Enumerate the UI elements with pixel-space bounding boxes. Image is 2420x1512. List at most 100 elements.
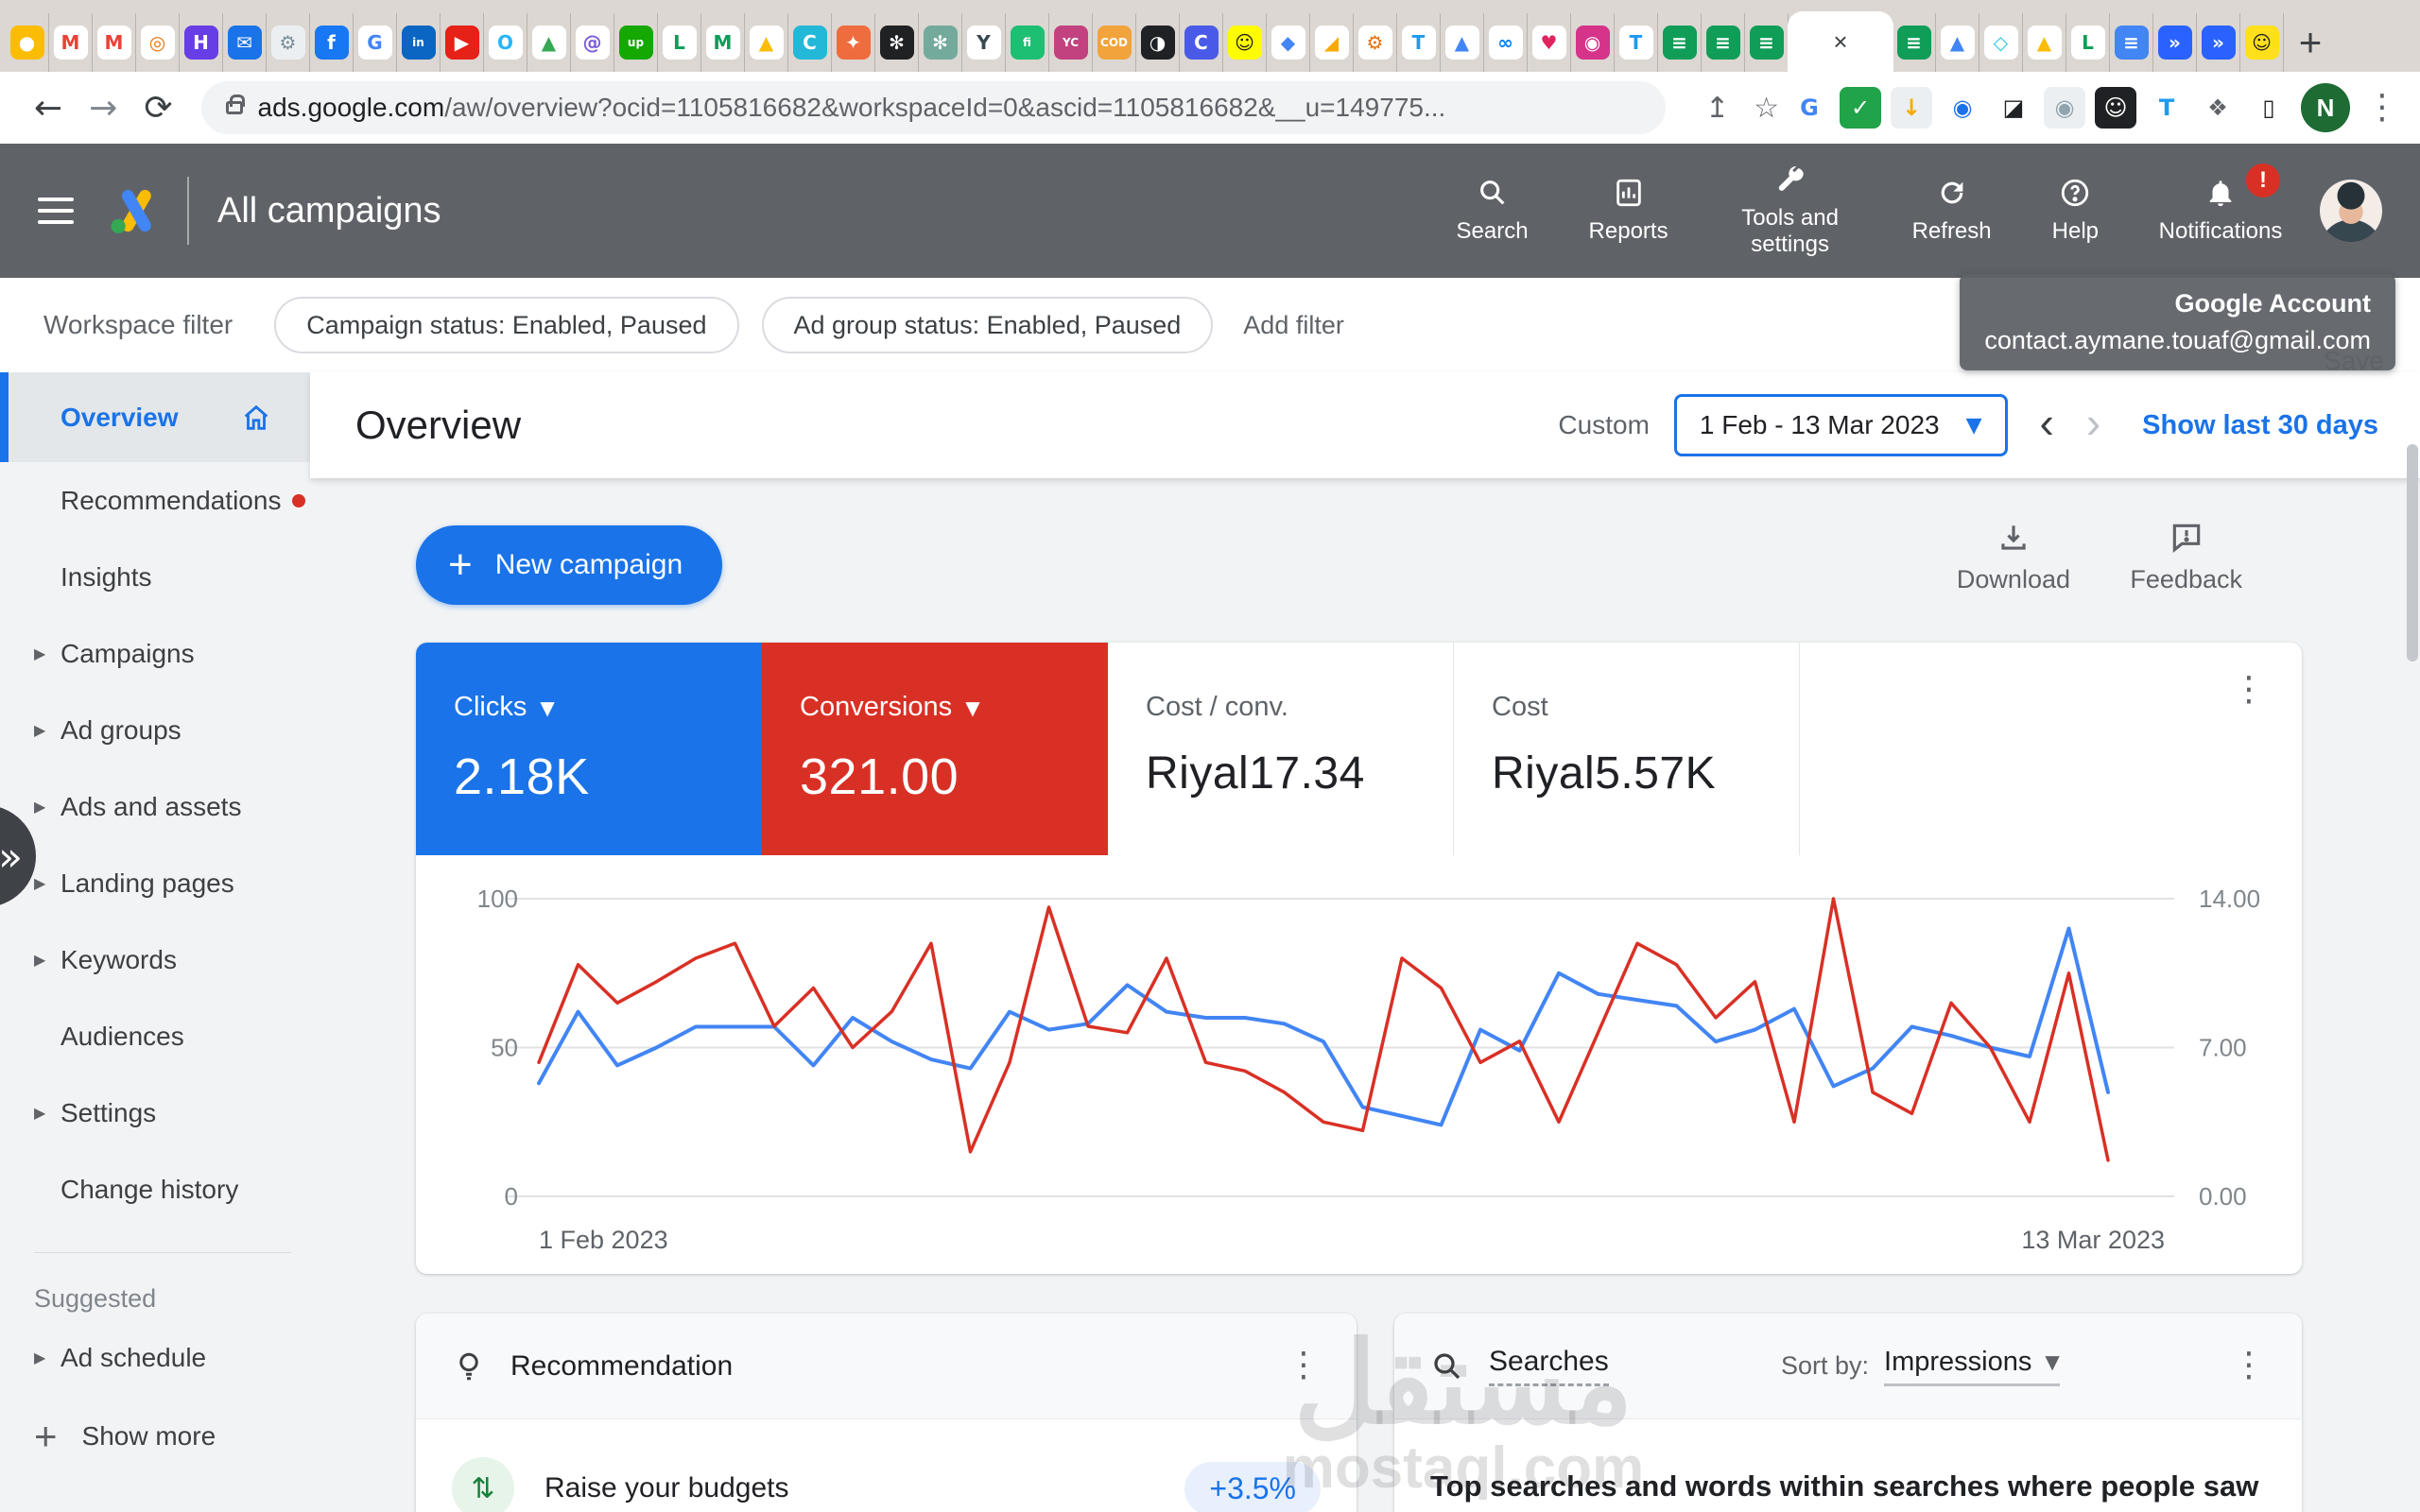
pinned-tab[interactable]: ≡	[1658, 13, 1702, 72]
expander-icon[interactable]: ▶	[34, 798, 45, 816]
pinned-tab[interactable]: ✻	[875, 13, 919, 72]
search-button[interactable]: Search	[1457, 177, 1529, 245]
reports-button[interactable]: Reports	[1589, 177, 1668, 245]
pinned-tab[interactable]: L	[2066, 13, 2110, 72]
chart-menu-icon[interactable]: ⋮	[2232, 677, 2266, 704]
sidebar-item-recommendations[interactable]: Recommendations	[0, 462, 310, 539]
expander-icon[interactable]: ▶	[34, 1104, 45, 1122]
help-button[interactable]: Help	[2052, 177, 2099, 245]
pinned-tab[interactable]: ⚙	[1354, 13, 1397, 72]
pinned-tab[interactable]: ◎	[136, 13, 180, 72]
pinned-tab[interactable]: YC	[1049, 13, 1093, 72]
pinned-tab[interactable]: ◉	[1571, 13, 1615, 72]
image-downloader-icon[interactable]: ↓	[1891, 87, 1932, 129]
refresh-button[interactable]: Refresh	[1912, 177, 1992, 245]
browser-menu-icon[interactable]: ⋮	[2365, 94, 2399, 122]
browser-profile-avatar[interactable]: N	[2301, 83, 2350, 132]
pinned-tab[interactable]: ▲	[527, 13, 571, 72]
pinned-tab[interactable]: ∞	[1484, 13, 1528, 72]
campaign-status-chip[interactable]: Campaign status: Enabled, Paused	[274, 297, 738, 353]
pinned-tab[interactable]: ▲	[745, 13, 788, 72]
back-icon[interactable]: ←	[34, 89, 62, 128]
pinned-tab[interactable]: in	[397, 13, 441, 72]
pinned-tab[interactable]: ▲	[1441, 13, 1484, 72]
notifications-button[interactable]: !Notifications	[2159, 177, 2282, 245]
pinned-tab[interactable]: M	[49, 13, 93, 72]
prev-range-icon[interactable]: ‹	[2040, 397, 2054, 448]
sidebar-item-ad-groups[interactable]: ▶Ad groups	[0, 692, 310, 768]
pinned-tab[interactable]: ≡	[1893, 13, 1936, 72]
pinned-tab[interactable]: L	[658, 13, 701, 72]
pinned-tab[interactable]: ●	[6, 13, 49, 72]
sidebar-item-audiences[interactable]: Audiences	[0, 998, 310, 1074]
pinned-tab[interactable]: H	[180, 13, 223, 72]
ad-group-status-chip[interactable]: Ad group status: Enabled, Paused	[762, 297, 1214, 353]
share-icon[interactable]: ↥	[1705, 92, 1729, 125]
pinned-tab[interactable]: fi	[1006, 13, 1049, 72]
pinned-tab[interactable]: ✦	[832, 13, 875, 72]
sidebar-item-landing-pages[interactable]: ▶Landing pages	[0, 845, 310, 921]
metric-tile-cost[interactable]: CostRiyal5.57K	[1454, 643, 1800, 855]
page-scrollbar[interactable]	[2407, 444, 2418, 662]
dark-reader-icon[interactable]: ◪	[1993, 87, 2034, 129]
chevron-down-icon[interactable]: ▼	[540, 696, 554, 719]
reader-icon[interactable]: ▯	[2248, 87, 2290, 129]
pinned-tab[interactable]: ◑	[1136, 13, 1180, 72]
account-avatar[interactable]	[2320, 180, 2382, 242]
reload-icon[interactable]: ⟳	[144, 89, 172, 128]
pinned-tab[interactable]: O	[484, 13, 527, 72]
pinned-tab[interactable]: ⚙	[267, 13, 310, 72]
pinned-tab[interactable]: f	[310, 13, 354, 72]
searches-menu-icon[interactable]: ⋮	[2232, 1352, 2266, 1380]
show-last-30-days-link[interactable]: Show last 30 days	[2142, 410, 2378, 441]
pinned-tab[interactable]: M	[93, 13, 136, 72]
expander-icon[interactable]: ▶	[34, 951, 45, 969]
tools-and-settings-button[interactable]: Tools and settings	[1729, 163, 1852, 257]
pinned-tab[interactable]: ≡	[2110, 13, 2153, 72]
extensions-puzzle-icon[interactable]: ❖	[2197, 87, 2238, 129]
expander-icon[interactable]: ▶	[34, 644, 45, 662]
pinned-tab[interactable]: M	[701, 13, 745, 72]
new-tab-button[interactable]: +	[2284, 13, 2337, 72]
new-campaign-button[interactable]: + New campaign	[416, 525, 722, 605]
pinned-tab[interactable]: ◆	[1267, 13, 1310, 72]
feedback-button[interactable]: Feedback	[2130, 520, 2242, 594]
chevron-down-icon[interactable]: ▼	[965, 696, 979, 719]
pinned-tab[interactable]: ♥	[1528, 13, 1571, 72]
pinned-tab[interactable]: COD	[1093, 13, 1136, 72]
date-range-picker[interactable]: 1 Feb - 13 Mar 2023▼	[1674, 394, 2008, 456]
forward-icon[interactable]: →	[89, 89, 117, 128]
metric-tile-conversions[interactable]: Conversions▼321.00	[762, 643, 1108, 855]
pinned-tab[interactable]: Y	[962, 13, 1006, 72]
pinned-tab[interactable]: @	[571, 13, 614, 72]
pinned-tab[interactable]: C	[1180, 13, 1223, 72]
pinned-tab[interactable]: ▲	[1936, 13, 1979, 72]
sidebar-item-ad-schedule[interactable]: ▶Ad schedule	[0, 1319, 310, 1396]
pinned-tab[interactable]: »	[2153, 13, 2197, 72]
expander-icon[interactable]: ▶	[34, 874, 45, 892]
sort-by-dropdown[interactable]: Impressions▼	[1884, 1347, 2060, 1386]
pinned-tab[interactable]: T	[1615, 13, 1658, 72]
oval-icon[interactable]: ◉	[1942, 87, 1983, 129]
pinned-tab[interactable]: ◇	[1979, 13, 2023, 72]
recommendation-menu-icon[interactable]: ⋮	[1287, 1352, 1321, 1380]
sidebar-item-keywords[interactable]: ▶Keywords	[0, 921, 310, 998]
snapchat-icon[interactable]: ☺	[2095, 87, 2136, 129]
pinned-tab[interactable]: ≡	[1702, 13, 1745, 72]
pinned-tab[interactable]: T	[1397, 13, 1441, 72]
sidebar-item-ads-and-assets[interactable]: ▶Ads and assets	[0, 768, 310, 845]
recommendation-item-title[interactable]: Raise your budgets	[544, 1472, 789, 1504]
add-filter-button[interactable]: Add filter	[1243, 311, 1344, 340]
pinned-tab[interactable]: ◢	[1310, 13, 1354, 72]
metric-tile-cost-conv-[interactable]: Cost / conv.Riyal17.34	[1108, 643, 1454, 855]
pinned-tab[interactable]: ☺	[1223, 13, 1267, 72]
sidebar-item-insights[interactable]: Insights	[0, 539, 310, 615]
pinned-tab[interactable]: G	[354, 13, 397, 72]
camera-icon[interactable]: ◉	[2044, 87, 2085, 129]
pinned-tab[interactable]: ▶	[441, 13, 484, 72]
pinned-tab[interactable]: C	[788, 13, 832, 72]
expander-icon[interactable]: ▶	[34, 721, 45, 739]
sidebar-item-campaigns[interactable]: ▶Campaigns	[0, 615, 310, 692]
expander-icon[interactable]: ▶	[34, 1349, 45, 1366]
sidebar-item-overview[interactable]: Overview	[0, 372, 310, 462]
